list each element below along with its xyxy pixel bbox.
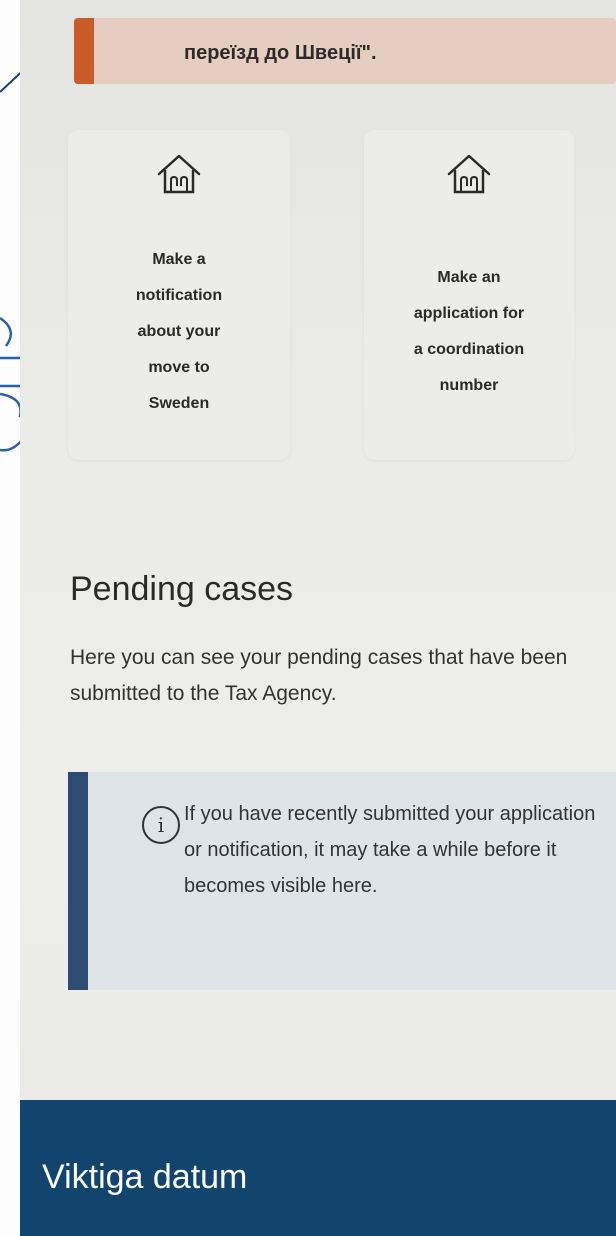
card-label: Make an application for a coordination n… [364,260,574,404]
card-label-line: a coordination [413,341,525,358]
notification-move-card[interactable]: Make a notification about your move to S… [68,130,290,460]
card-label-line: number [439,377,499,394]
alert-accent-bar [74,18,94,84]
card-label-line: move to [148,359,210,376]
card-label-line: Sweden [148,395,210,412]
coordination-number-card[interactable]: Make an application for a coordination n… [364,130,574,460]
info-accent-bar [68,772,88,990]
photo-margin [0,0,20,1236]
card-label-line: notification [135,287,223,304]
card-label-line: Make an [437,269,501,286]
pending-cases-heading: Pending cases [70,570,294,608]
card-label-line: about your [137,323,221,340]
card-label-line: application for [413,305,525,322]
info-notice: i If you have recently submitted your ap… [68,772,616,990]
app-screen: переїзд до Швеції". Make a notification … [20,0,616,1236]
house-icon [447,154,491,194]
house-icon [157,154,201,194]
card-label: Make a notification about your move to S… [68,242,290,422]
footer-section: Viktiga datum [20,1100,616,1236]
important-dates-heading: Viktiga datum [42,1158,248,1196]
alert-text: переїзд до Швеції". [184,42,377,64]
pending-cases-description: Here you can see your pending cases that… [70,646,568,705]
card-label-line: Make a [152,251,206,268]
photo-frame: переїзд до Швеції". Make a notification … [0,0,616,1236]
alert-banner: переїзд до Швеції". [74,18,616,84]
info-text: If you have recently submitted your appl… [184,803,596,897]
info-icon: i [142,806,180,844]
